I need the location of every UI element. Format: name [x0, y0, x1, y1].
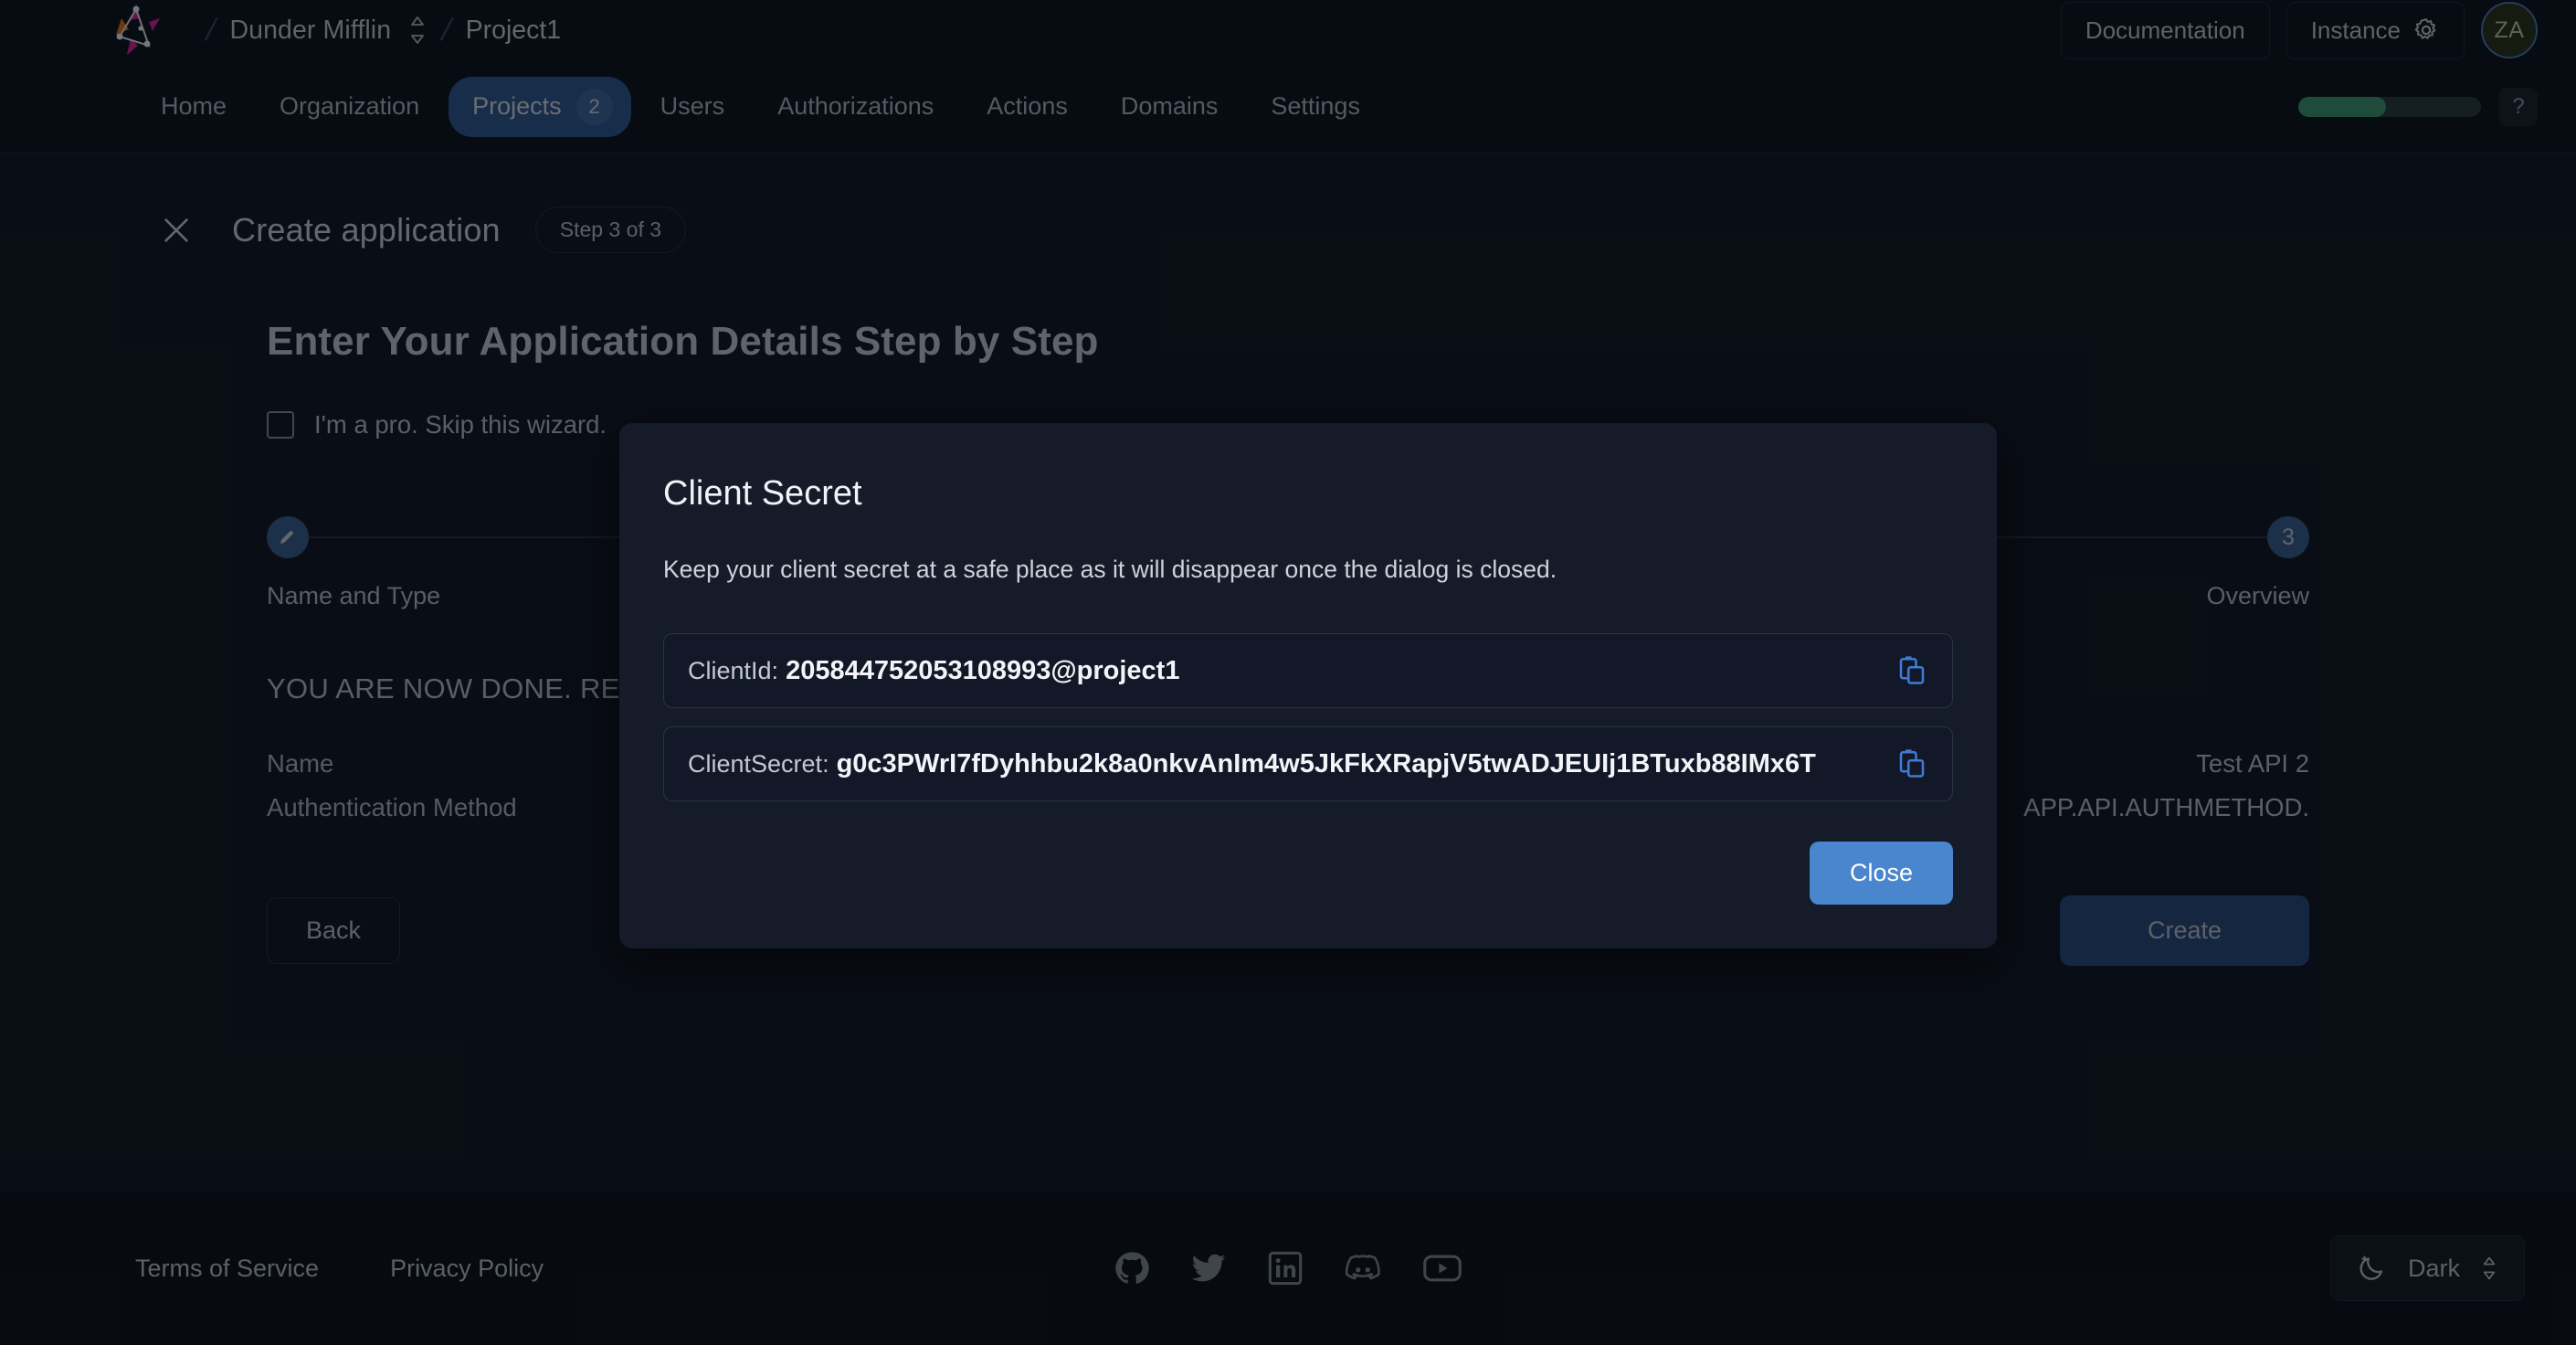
- dialog-actions: Close: [663, 842, 1953, 905]
- dialog-title: Client Secret: [663, 474, 862, 513]
- client-secret-dialog: Client Secret Keep your client secret at…: [619, 423, 1997, 948]
- copy-client-secret-icon[interactable]: [1879, 747, 1928, 780]
- client-secret-field[interactable]: ClientSecret: g0c3PWrI7fDyhhbu2k8a0nkvAn…: [663, 726, 1953, 801]
- clipboard-copy-icon: [1899, 749, 1925, 778]
- copy-client-id-icon[interactable]: [1879, 654, 1928, 687]
- client-id-label: ClientId:: [688, 656, 779, 684]
- client-id-field[interactable]: ClientId: 205844752053108993@project1: [663, 633, 1953, 708]
- dialog-description: Keep your client secret at a safe place …: [663, 556, 1557, 583]
- client-secret-label: ClientSecret:: [688, 749, 829, 778]
- dialog-close-button[interactable]: Close: [1809, 842, 1953, 905]
- app-root: / Dunder Mifflin / Project1 Documentatio…: [0, 0, 2576, 1345]
- client-id-value: 205844752053108993@project1: [786, 655, 1180, 685]
- clipboard-copy-icon: [1899, 656, 1925, 684]
- client-secret-value: g0c3PWrI7fDyhhbu2k8a0nkvAnIm4w5JkFkXRapj…: [836, 748, 1816, 778]
